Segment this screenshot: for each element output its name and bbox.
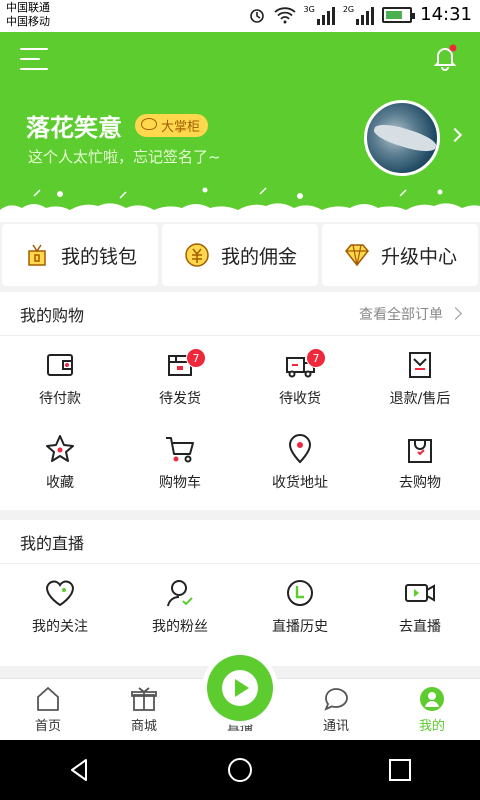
commission-button[interactable]: 我的佣金 <box>162 224 318 286</box>
wifi-icon <box>273 6 296 23</box>
location-icon <box>288 434 312 464</box>
favorites-label: 收藏 <box>46 475 74 491</box>
tab-profile-label: 我的 <box>418 719 445 734</box>
wallet-icon <box>28 244 46 266</box>
live-header: 我的直播 <box>0 520 480 564</box>
go-live-label: 去直播 <box>399 619 441 635</box>
clock: 14:31 <box>420 4 472 25</box>
level-badge: 大掌柜 <box>135 114 209 137</box>
home-icon <box>37 687 59 711</box>
network-type-2: 2G <box>342 4 355 14</box>
status-icons: 3G 2G 14:31 <box>248 4 472 25</box>
wallet-row: 我的钱包 我的佣金 升级中心 <box>0 222 480 290</box>
cart-button[interactable]: 购物车 <box>120 420 240 504</box>
section-title-live: 我的直播 <box>20 533 85 553</box>
wallet-label: 我的钱包 <box>60 245 137 268</box>
refund-button[interactable]: 退款/售后 <box>360 336 480 420</box>
live-grid: 我的关注 我的粉丝 直播历史 去直播 <box>0 564 480 648</box>
history-icon <box>287 580 313 606</box>
favorites-button[interactable]: 收藏 <box>0 420 120 504</box>
snow-decoration <box>0 187 480 222</box>
go-shopping-button[interactable]: 去购物 <box>360 420 480 504</box>
pending-receipt-button[interactable]: 7 待收货 <box>240 336 360 420</box>
username: 落花笑意 <box>26 114 122 142</box>
carrier-info: 中国联通 中国移动 <box>6 1 50 29</box>
shopping-bag-icon <box>408 439 432 463</box>
commission-icon <box>185 243 209 267</box>
live-section: 我的直播 我的关注 我的粉丝 直播历史 去直播 <box>0 520 480 666</box>
wallet-button[interactable]: 我的钱包 <box>2 224 158 286</box>
recents-icon[interactable] <box>386 756 414 784</box>
pending-shipment-label: 待发货 <box>159 391 201 407</box>
live-history-label: 直播历史 <box>272 619 328 635</box>
live-history-button[interactable]: 直播历史 <box>240 564 360 648</box>
refund-label: 退款/售后 <box>389 391 451 407</box>
back-icon[interactable] <box>66 756 94 784</box>
pending-payment-label: 待付款 <box>39 391 81 407</box>
cart-label: 购物车 <box>159 475 201 491</box>
coin-icon <box>141 118 157 130</box>
my-follows-label: 我的关注 <box>32 619 88 635</box>
upgrade-label: 升级中心 <box>380 245 457 268</box>
tab-mall-label: 商城 <box>130 719 157 734</box>
system-nav-bar <box>0 740 480 800</box>
chat-icon <box>324 688 348 711</box>
diamond-icon <box>345 244 369 267</box>
carrier-2: 中国移动 <box>6 15 50 28</box>
pending-shipment-button[interactable]: 7 待发货 <box>120 336 240 420</box>
home-circle-icon[interactable] <box>226 756 254 784</box>
tab-profile[interactable]: 我的 <box>384 679 480 740</box>
refund-icon <box>409 352 431 378</box>
tab-home[interactable]: 首页 <box>0 679 96 740</box>
address-button[interactable]: 收货地址 <box>240 420 360 504</box>
upgrade-button[interactable]: 升级中心 <box>322 224 478 286</box>
pending-receipt-label: 待收货 <box>279 391 321 407</box>
tab-messages-label: 通讯 <box>322 719 349 734</box>
commission-label: 我的佣金 <box>220 245 297 268</box>
profile-header: 落花笑意 大掌柜 这个人太忙啦，忘记签名了~ <box>0 32 480 222</box>
network-type-1: 3G <box>303 4 315 14</box>
signature[interactable]: 这个人太忙啦，忘记签名了~ <box>28 146 221 167</box>
view-all-orders-link[interactable]: 查看全部订单 <box>359 304 462 324</box>
pending-receipt-count: 7 <box>306 348 326 368</box>
video-camera-icon <box>405 584 435 602</box>
pending-shipment-count: 7 <box>186 348 206 368</box>
section-title-shopping: 我的购物 <box>20 305 85 325</box>
heart-icon <box>45 580 75 607</box>
wallet-pay-icon <box>47 354 73 376</box>
cart-icon <box>166 437 194 463</box>
my-fans-button[interactable]: 我的粉丝 <box>120 564 240 648</box>
go-live-button[interactable]: 去直播 <box>360 564 480 648</box>
pending-payment-button[interactable]: 待付款 <box>0 336 120 420</box>
chevron-right-icon[interactable] <box>447 127 463 143</box>
live-center-button[interactable] <box>202 650 278 726</box>
level-badge-label: 大掌柜 <box>161 120 201 135</box>
gift-icon <box>131 687 157 711</box>
my-fans-label: 我的粉丝 <box>152 619 208 635</box>
carrier-1: 中国联通 <box>6 1 50 14</box>
tab-messages[interactable]: 通讯 <box>288 679 384 740</box>
status-bar: 中国联通 中国移动 3G 2G 14:31 <box>0 0 480 32</box>
alarm-icon <box>249 8 264 23</box>
signal-icon-2: 2G <box>342 4 375 25</box>
menu-icon[interactable] <box>20 48 48 70</box>
chevron-right-icon <box>449 307 462 320</box>
avatar[interactable] <box>364 100 440 176</box>
tab-home-label: 首页 <box>34 719 61 734</box>
tab-mall[interactable]: 商城 <box>96 679 192 740</box>
battery-icon <box>382 6 416 23</box>
star-icon <box>46 435 74 462</box>
address-label: 收货地址 <box>272 475 328 491</box>
shopping-header: 我的购物 查看全部订单 <box>0 292 480 336</box>
fans-icon <box>167 580 193 607</box>
my-follows-button[interactable]: 我的关注 <box>0 564 120 648</box>
signal-icon-1: 3G <box>304 5 335 25</box>
go-shopping-label: 去购物 <box>399 475 441 491</box>
view-all-orders-label: 查看全部订单 <box>359 306 443 323</box>
shopping-section: 我的购物 查看全部订单 待付款 7 待发货 7 待收货 退款/售后 收藏 购物车 <box>0 292 480 510</box>
shopping-grid: 待付款 7 待发货 7 待收货 退款/售后 收藏 购物车 收货地址 去购物 <box>0 336 480 504</box>
bell-icon[interactable] <box>430 42 460 72</box>
play-icon <box>235 679 249 697</box>
profile-icon <box>420 687 444 711</box>
